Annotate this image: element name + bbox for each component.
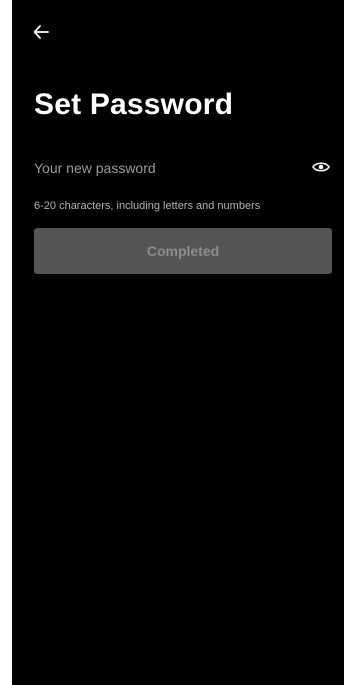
eye-icon	[312, 162, 330, 172]
password-hint: 6-20 characters, including letters and n…	[34, 200, 261, 212]
toggle-password-visibility-button[interactable]	[310, 158, 332, 176]
back-button[interactable]	[29, 20, 53, 44]
arrow-left-icon	[33, 25, 49, 39]
completed-button[interactable]: Completed	[34, 228, 332, 274]
screen: Set Password 6-20 characters, including …	[12, 0, 344, 685]
new-password-input[interactable]	[34, 150, 312, 186]
page-title: Set Password	[34, 88, 234, 121]
